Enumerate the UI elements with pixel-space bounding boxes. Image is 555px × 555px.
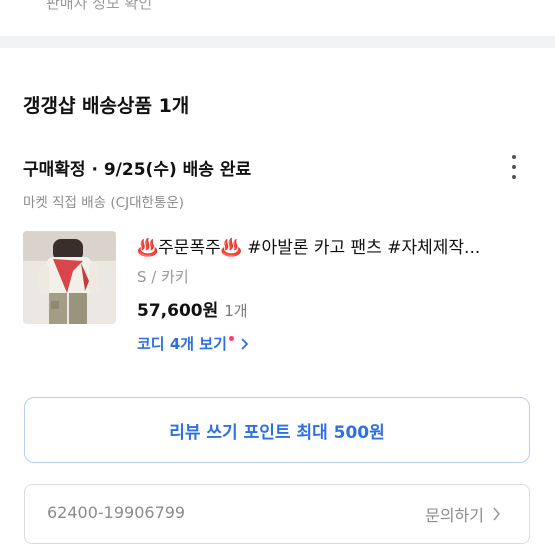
product-title[interactable]: ♨️주문폭주♨️ #아발론 카고 팬츠 #자체제작... bbox=[137, 233, 537, 258]
promo-text: 주문폭주 bbox=[158, 238, 221, 258]
chevron-down-icon bbox=[490, 0, 492, 1]
write-review-label: 리뷰 쓰기 포인트 최대 500원 bbox=[169, 422, 385, 443]
product-photo bbox=[23, 231, 116, 324]
more-vertical-icon bbox=[512, 155, 516, 159]
order-number-box: 62400-19906799 문의하기 bbox=[24, 484, 530, 544]
order-number: 62400-19906799 bbox=[47, 503, 186, 522]
seller-info-label: 판매자 정보 확인 bbox=[46, 0, 153, 12]
product-thumbnail[interactable] bbox=[23, 231, 116, 324]
product-title-text: #아발론 카고 팬츠 #자체제작... bbox=[241, 238, 481, 258]
order-status: 구매확정 · 9/25(수) 배송 완료 bbox=[23, 160, 252, 180]
hot-springs-icon: ♨️ bbox=[137, 238, 159, 258]
write-review-button[interactable]: 리뷰 쓰기 포인트 최대 500원 bbox=[24, 397, 530, 463]
inquiry-button[interactable]: 문의하기 bbox=[425, 502, 501, 526]
chevron-right-icon bbox=[241, 337, 249, 350]
seller-info-row[interactable]: 판매자 정보 확인 bbox=[0, 0, 555, 36]
new-indicator-dot bbox=[228, 336, 234, 341]
product-quantity: 1개 bbox=[224, 302, 248, 320]
inquiry-label: 문의하기 bbox=[425, 506, 484, 525]
shop-title: 갱갱샵 배송상품 1개 bbox=[23, 95, 190, 117]
chevron-right-icon bbox=[493, 507, 501, 521]
hot-springs-icon: ♨️ bbox=[220, 238, 242, 258]
price-row: 57,600원 1개 bbox=[137, 296, 248, 321]
section-divider bbox=[0, 36, 555, 48]
more-options-button[interactable] bbox=[502, 153, 526, 181]
product-price: 57,600원 bbox=[137, 301, 219, 321]
shipping-method: 마켓 직접 배송 (CJ대한통운) bbox=[23, 195, 185, 211]
codi-link[interactable]: 코디 4개 보기 bbox=[137, 333, 249, 354]
product-option: S / 카키 bbox=[137, 268, 189, 286]
codi-link-label: 코디 4개 보기 bbox=[137, 335, 227, 353]
